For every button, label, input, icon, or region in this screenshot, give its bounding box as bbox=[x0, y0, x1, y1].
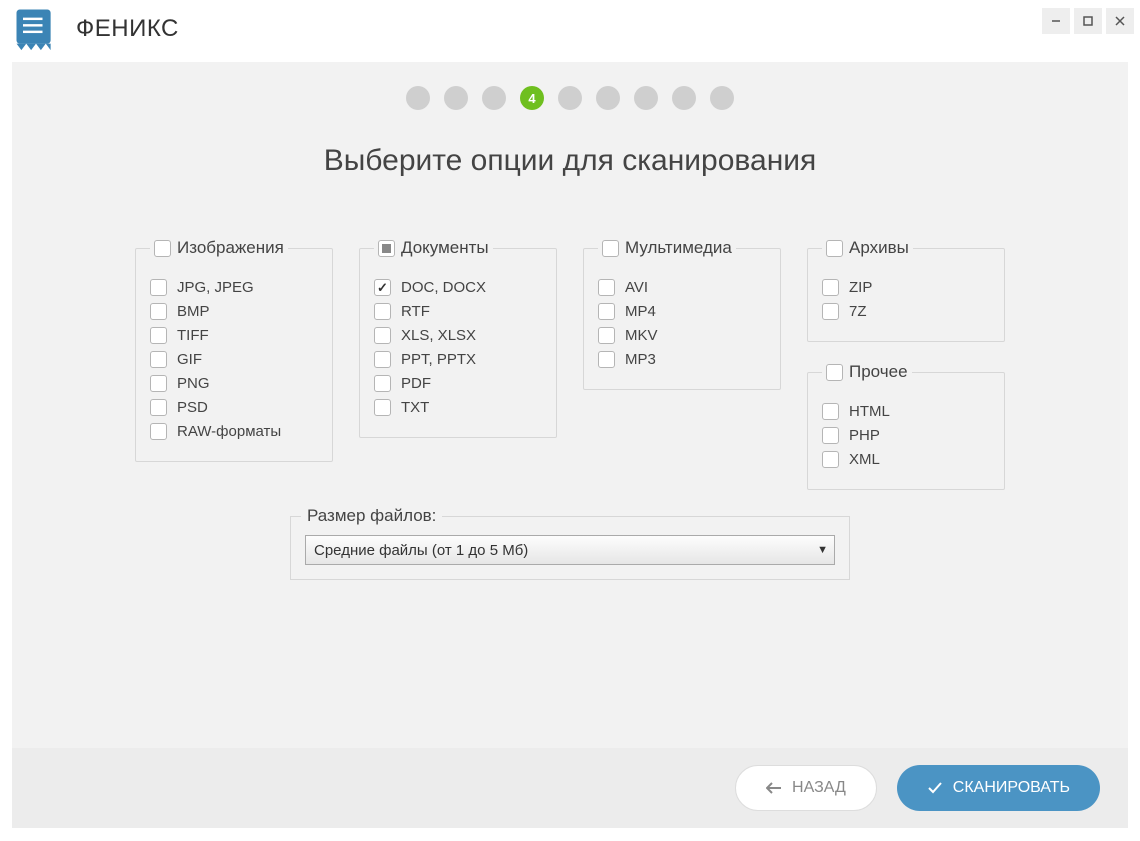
group-other-title: Прочее bbox=[849, 362, 908, 382]
checkbox-xls[interactable] bbox=[374, 327, 391, 344]
check-icon bbox=[927, 781, 943, 795]
main-panel: 4 Выберите опции для сканирования Изобра… bbox=[12, 62, 1128, 828]
option-txt[interactable]: TXT bbox=[374, 399, 538, 416]
footer-bar: НАЗАД СКАНИРОВАТЬ bbox=[12, 748, 1128, 828]
option-zip[interactable]: ZIP bbox=[822, 279, 986, 296]
group-multimedia: Мультимедиа AVI MP4 MKV MP3 bbox=[583, 238, 781, 390]
group-multimedia-title: Мультимедиа bbox=[625, 238, 732, 258]
page-heading: Выберите опции для сканирования bbox=[12, 144, 1128, 178]
scan-button-label: СКАНИРОВАТЬ bbox=[953, 779, 1070, 797]
option-raw[interactable]: RAW-форматы bbox=[150, 423, 314, 440]
group-documents-legend[interactable]: Документы bbox=[374, 238, 493, 258]
checkbox-html[interactable] bbox=[822, 403, 839, 420]
checkbox-images-all[interactable] bbox=[154, 240, 171, 257]
window-controls bbox=[1042, 8, 1134, 34]
checkbox-mkv[interactable] bbox=[598, 327, 615, 344]
step-1 bbox=[406, 86, 430, 110]
option-bmp[interactable]: BMP bbox=[150, 303, 314, 320]
group-filesize: Размер файлов: Средние файлы (от 1 до 5 … bbox=[290, 516, 850, 580]
checkbox-rtf[interactable] bbox=[374, 303, 391, 320]
checkbox-7z[interactable] bbox=[822, 303, 839, 320]
step-3 bbox=[482, 86, 506, 110]
step-9 bbox=[710, 86, 734, 110]
filesize-label: Размер файлов: bbox=[301, 506, 442, 526]
options-row: Изображения JPG, JPEG BMP TIFF GIF PNG P… bbox=[12, 238, 1128, 490]
close-button[interactable] bbox=[1106, 8, 1134, 34]
option-xml[interactable]: XML bbox=[822, 451, 986, 468]
chevron-down-icon: ▼ bbox=[817, 544, 828, 556]
option-php[interactable]: PHP bbox=[822, 427, 986, 444]
group-archives: Архивы ZIP 7Z bbox=[807, 238, 1005, 342]
option-png[interactable]: PNG bbox=[150, 375, 314, 392]
option-gif[interactable]: GIF bbox=[150, 351, 314, 368]
option-html[interactable]: HTML bbox=[822, 403, 986, 420]
option-mp3[interactable]: MP3 bbox=[598, 351, 762, 368]
checkbox-txt[interactable] bbox=[374, 399, 391, 416]
minimize-button[interactable] bbox=[1042, 8, 1070, 34]
group-images: Изображения JPG, JPEG BMP TIFF GIF PNG P… bbox=[135, 238, 333, 462]
group-documents: Документы DOC, DOCX RTF XLS, XLSX PPT, P… bbox=[359, 238, 557, 438]
back-button-label: НАЗАД bbox=[792, 779, 846, 797]
option-mp4[interactable]: MP4 bbox=[598, 303, 762, 320]
arrow-left-icon bbox=[766, 781, 782, 795]
checkbox-gif[interactable] bbox=[150, 351, 167, 368]
checkbox-jpg[interactable] bbox=[150, 279, 167, 296]
back-button[interactable]: НАЗАД bbox=[735, 765, 877, 811]
group-multimedia-legend[interactable]: Мультимедиа bbox=[598, 238, 736, 258]
checkbox-bmp[interactable] bbox=[150, 303, 167, 320]
option-pdf[interactable]: PDF bbox=[374, 375, 538, 392]
maximize-button[interactable] bbox=[1074, 8, 1102, 34]
checkbox-multimedia-all[interactable] bbox=[602, 240, 619, 257]
checkbox-png[interactable] bbox=[150, 375, 167, 392]
checkbox-avi[interactable] bbox=[598, 279, 615, 296]
option-tiff[interactable]: TIFF bbox=[150, 327, 314, 344]
option-xls[interactable]: XLS, XLSX bbox=[374, 327, 538, 344]
step-5 bbox=[558, 86, 582, 110]
checkbox-ppt[interactable] bbox=[374, 351, 391, 368]
app-logo-icon bbox=[10, 3, 62, 55]
option-7z[interactable]: 7Z bbox=[822, 303, 986, 320]
option-psd[interactable]: PSD bbox=[150, 399, 314, 416]
group-column-right: Архивы ZIP 7Z Прочее HTML PHP XML bbox=[807, 238, 1005, 490]
checkbox-xml[interactable] bbox=[822, 451, 839, 468]
group-archives-legend[interactable]: Архивы bbox=[822, 238, 913, 258]
scan-button[interactable]: СКАНИРОВАТЬ bbox=[897, 765, 1100, 811]
group-other: Прочее HTML PHP XML bbox=[807, 362, 1005, 490]
checkbox-archives-all[interactable] bbox=[826, 240, 843, 257]
filesize-select[interactable]: Средние файлы (от 1 до 5 Мб) ▼ bbox=[305, 535, 835, 565]
step-8 bbox=[672, 86, 696, 110]
titlebar: ФЕНИКС bbox=[0, 0, 1140, 58]
step-7 bbox=[634, 86, 658, 110]
group-archives-title: Архивы bbox=[849, 238, 909, 258]
checkbox-tiff[interactable] bbox=[150, 327, 167, 344]
group-images-legend[interactable]: Изображения bbox=[150, 238, 288, 258]
option-doc[interactable]: DOC, DOCX bbox=[374, 279, 538, 296]
checkbox-mp3[interactable] bbox=[598, 351, 615, 368]
checkbox-psd[interactable] bbox=[150, 399, 167, 416]
option-mkv[interactable]: MKV bbox=[598, 327, 762, 344]
step-6 bbox=[596, 86, 620, 110]
option-rtf[interactable]: RTF bbox=[374, 303, 538, 320]
checkbox-zip[interactable] bbox=[822, 279, 839, 296]
stepper: 4 bbox=[12, 86, 1128, 110]
checkbox-documents-all[interactable] bbox=[378, 240, 395, 257]
option-jpg[interactable]: JPG, JPEG bbox=[150, 279, 314, 296]
checkbox-other-all[interactable] bbox=[826, 364, 843, 381]
option-avi[interactable]: AVI bbox=[598, 279, 762, 296]
group-images-title: Изображения bbox=[177, 238, 284, 258]
checkbox-pdf[interactable] bbox=[374, 375, 391, 392]
step-4: 4 bbox=[520, 86, 544, 110]
step-2 bbox=[444, 86, 468, 110]
checkbox-mp4[interactable] bbox=[598, 303, 615, 320]
group-documents-title: Документы bbox=[401, 238, 489, 258]
checkbox-php[interactable] bbox=[822, 427, 839, 444]
checkbox-doc[interactable] bbox=[374, 279, 391, 296]
option-ppt[interactable]: PPT, PPTX bbox=[374, 351, 538, 368]
checkbox-raw[interactable] bbox=[150, 423, 167, 440]
filesize-selected-value: Средние файлы (от 1 до 5 Мб) bbox=[314, 542, 528, 559]
group-other-legend[interactable]: Прочее bbox=[822, 362, 912, 382]
app-title: ФЕНИКС bbox=[76, 15, 179, 43]
